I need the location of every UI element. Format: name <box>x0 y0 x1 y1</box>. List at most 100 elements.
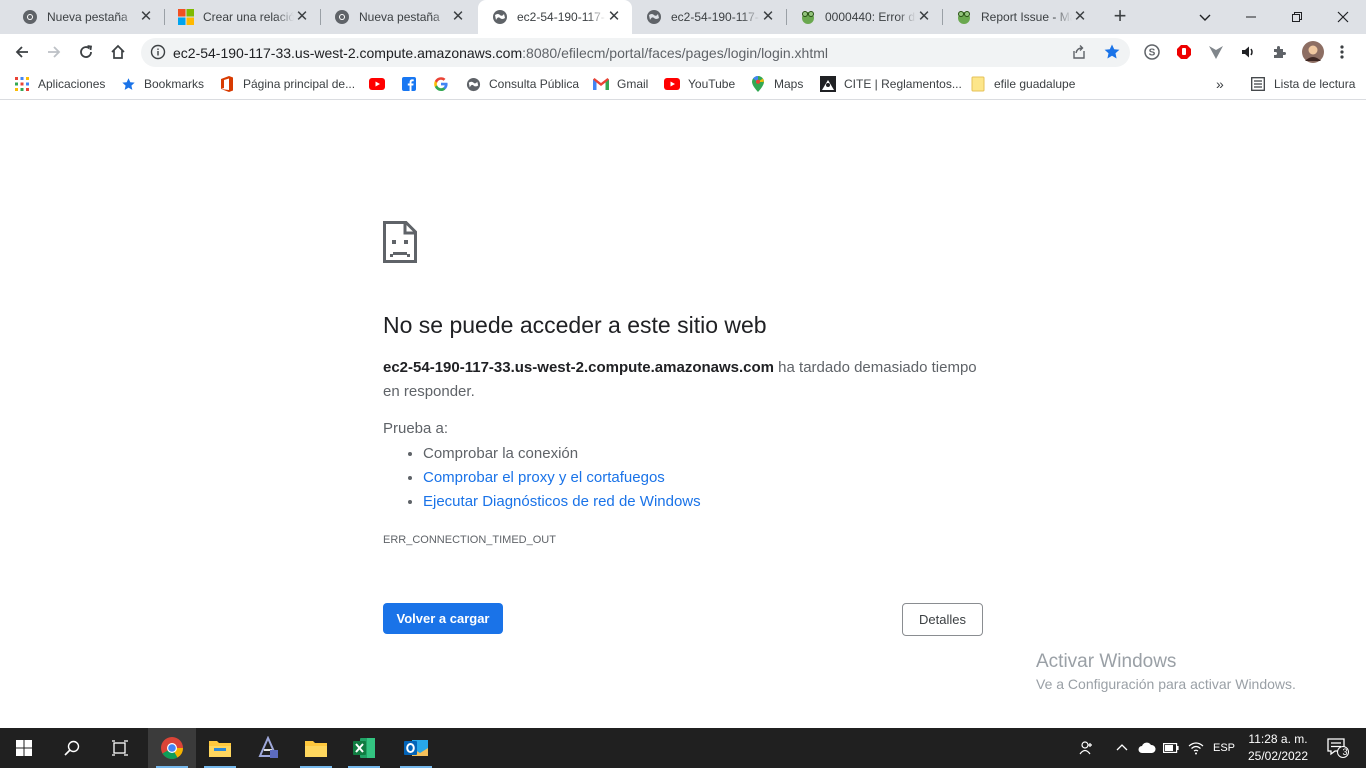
tab-title: 0000440: Error de <box>825 10 916 24</box>
taskbar-chrome[interactable] <box>148 728 196 768</box>
wifi-icon[interactable] <box>1184 728 1208 768</box>
network-diagnostics-link[interactable]: Ejecutar Diagnósticos de red de Windows <box>423 493 701 510</box>
battery-icon[interactable] <box>1160 728 1182 768</box>
bookmark-star-icon[interactable] <box>1103 43 1121 66</box>
taskbar-file-explorer[interactable] <box>196 728 244 768</box>
clock-time: 11:28 a. m. <box>1248 732 1308 746</box>
forward-button[interactable] <box>40 38 68 66</box>
avatar[interactable] <box>1302 41 1324 68</box>
taskbar-excel[interactable] <box>340 728 388 768</box>
skype-icon[interactable]: S <box>1144 44 1160 65</box>
clock[interactable]: 11:28 a. m. 25/02/2022 <box>1240 731 1316 765</box>
tab-title: Nueva pestaña <box>47 10 128 24</box>
chrome-icon <box>334 9 350 25</box>
tab-title: ec2-54-190-117- <box>517 10 605 24</box>
cloud-icon[interactable] <box>1136 728 1158 768</box>
info-icon[interactable] <box>150 44 166 65</box>
globe-icon <box>492 9 508 25</box>
tab-4-active[interactable]: ec2-54-190-117- ✕ <box>478 0 632 34</box>
maps-icon <box>750 76 766 92</box>
windows-icon <box>16 740 32 756</box>
more-bookmarks-button[interactable]: » <box>1216 74 1224 94</box>
tab-title: Crear una relación <box>203 10 294 24</box>
office-icon <box>219 76 235 92</box>
check-proxy-link[interactable]: Comprobar el proxy y el cortafuegos <box>423 469 665 486</box>
suggestion-network-diagnostics: Ejecutar Diagnósticos de red de Windows <box>423 490 701 514</box>
bookmark-bookmarks[interactable]: Bookmarks <box>120 74 204 94</box>
folder-icon <box>209 741 231 757</box>
close-icon[interactable]: ✕ <box>760 9 776 25</box>
google-icon <box>433 76 449 92</box>
speaker-icon[interactable] <box>1240 44 1256 65</box>
tab-title: Report Issue - Ma <box>981 10 1072 24</box>
arrow-left-icon <box>15 46 28 58</box>
close-icon[interactable]: ✕ <box>606 9 622 25</box>
mantis-icon <box>956 9 972 25</box>
excel-icon <box>353 738 375 758</box>
taskbar-app-tool[interactable] <box>244 728 292 768</box>
minimize-button[interactable] <box>1228 0 1274 34</box>
bookmark-gmail[interactable]: Gmail <box>593 74 648 94</box>
youtube-icon <box>664 76 680 92</box>
reload-page-button[interactable]: Volver a cargar <box>383 603 503 634</box>
chevron-up-icon[interactable] <box>1112 728 1132 768</box>
vpn-icon[interactable] <box>1208 44 1224 65</box>
address-text[interactable]: ec2-54-190-117-33.us-west-2.compute.amaz… <box>173 45 828 61</box>
close-icon[interactable]: ✕ <box>294 9 310 25</box>
share-icon[interactable] <box>1071 44 1087 65</box>
tab-title: Nueva pestaña <box>359 10 440 24</box>
cite-icon <box>820 76 836 92</box>
extensions-icon[interactable] <box>1272 44 1288 65</box>
bookmark-youtube[interactable]: YouTube <box>664 74 735 94</box>
taskbar-folder[interactable] <box>292 728 340 768</box>
close-icon[interactable]: ✕ <box>450 9 466 25</box>
tab-7[interactable]: Report Issue - Ma ✕ <box>942 0 1098 34</box>
bookmark-apps[interactable]: Aplicaciones <box>14 74 105 94</box>
outlook-icon <box>404 740 428 756</box>
bookmark-label: Consulta Pública <box>489 77 580 91</box>
close-window-button[interactable] <box>1320 0 1366 34</box>
people-icon[interactable] <box>1074 728 1100 768</box>
reading-list-button[interactable]: Lista de lectura <box>1250 74 1355 94</box>
tab-2[interactable]: Crear una relación ✕ <box>164 0 320 34</box>
bookmark-label: Gmail <box>617 77 649 91</box>
taskbar-outlook[interactable] <box>392 728 440 768</box>
menu-icon[interactable] <box>1336 44 1348 65</box>
restore-button[interactable] <box>1274 0 1320 34</box>
language-indicator[interactable]: ESP <box>1210 728 1238 768</box>
reload-button[interactable] <box>72 38 100 66</box>
folder-icon <box>970 76 986 92</box>
close-icon[interactable]: ✕ <box>138 9 154 25</box>
tab-3[interactable]: Nueva pestaña ✕ <box>320 0 476 34</box>
tab-5[interactable]: ec2-54-190-117- ✕ <box>632 0 786 34</box>
chrome-icon <box>22 9 38 25</box>
tab-6[interactable]: 0000440: Error de ✕ <box>786 0 942 34</box>
error-code: ERR_CONNECTION_TIMED_OUT <box>383 534 556 546</box>
back-button[interactable] <box>8 38 36 66</box>
search-button[interactable] <box>48 728 96 768</box>
close-icon[interactable]: ✕ <box>1072 9 1088 25</box>
bookmark-facebook[interactable] <box>401 74 425 94</box>
tab-search-button[interactable] <box>1182 0 1228 34</box>
notifications-button[interactable]: 3 <box>1318 728 1358 768</box>
home-button[interactable] <box>104 38 132 66</box>
reading-list-icon <box>1250 76 1266 92</box>
bookmark-office[interactable]: Página principal de... <box>219 74 355 94</box>
details-button[interactable]: Detalles <box>902 603 983 636</box>
start-button[interactable] <box>0 728 48 768</box>
bookmark-consulta-publica[interactable]: Consulta Pública <box>465 74 579 94</box>
chrome-icon <box>161 737 183 759</box>
adblock-icon[interactable] <box>1176 44 1192 65</box>
tab-1[interactable]: Nueva pestaña ✕ <box>8 0 164 34</box>
star-icon <box>120 76 136 92</box>
bookmark-efile-guadalupe[interactable]: efile guadalupe <box>970 74 1075 94</box>
close-icon[interactable]: ✕ <box>916 9 932 25</box>
bookmark-cite[interactable]: CITE | Reglamentos... <box>820 74 962 94</box>
facebook-icon <box>401 76 417 92</box>
bookmark-google[interactable] <box>433 74 457 94</box>
bookmark-youtube-icon-only[interactable] <box>369 74 393 94</box>
new-tab-button[interactable]: + <box>1108 5 1132 29</box>
task-view-button[interactable] <box>96 728 144 768</box>
bookmark-maps[interactable]: Maps <box>750 74 803 94</box>
home-icon <box>111 44 125 59</box>
